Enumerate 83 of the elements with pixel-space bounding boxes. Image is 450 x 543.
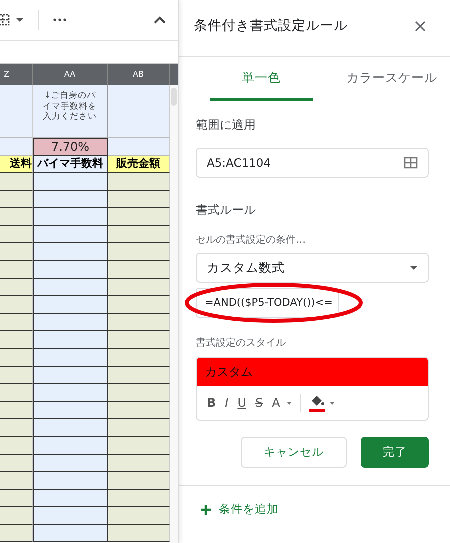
section-heading: 書式ルール: [196, 202, 257, 219]
format-button[interactable]: U: [236, 396, 248, 410]
table-cell: [0, 190, 33, 208]
table-cell: [108, 454, 170, 472]
formula-field[interactable]: =AND(($P5-TODAY())<=: [196, 288, 339, 318]
table-cell: [0, 173, 33, 191]
table-cell: [108, 208, 170, 226]
table-cell: [108, 366, 170, 384]
table-cell: [0, 402, 33, 420]
done-button[interactable]: 完了: [361, 437, 429, 468]
table-cell: [108, 226, 170, 244]
caret-icon[interactable]: [16, 18, 24, 22]
header-cell: 送料: [0, 156, 33, 173]
condition-label: セルの書式設定の条件…: [196, 234, 307, 247]
caret-icon: [410, 266, 418, 270]
table-cell: [108, 507, 170, 525]
table-cell: [0, 384, 33, 402]
note-cell: ↓ご自身のバイマ手数料を入力ください: [33, 85, 108, 138]
borders-icon[interactable]: [0, 14, 10, 26]
table-cell: [108, 402, 170, 420]
style-label: 書式設定のスタイル: [196, 336, 287, 350]
range-field[interactable]: A5:AC1104: [196, 148, 429, 178]
caret-icon[interactable]: [330, 402, 336, 404]
table-cell: [0, 490, 33, 508]
range-label: 範囲に適用: [196, 117, 257, 134]
table-cell: [0, 278, 33, 296]
table-cell: [0, 296, 33, 314]
scrollbar[interactable]: [170, 85, 178, 543]
table-cell: [0, 208, 33, 226]
table-cell: [0, 436, 33, 454]
add-condition-button[interactable]: 条件を追加: [201, 502, 279, 517]
table-cell: [0, 314, 33, 332]
tab[interactable]: カラースケール: [340, 59, 443, 101]
table-cell: [108, 524, 170, 542]
format-button[interactable]: S: [254, 396, 266, 410]
rate-cell: 7.70%: [33, 138, 108, 156]
table-cell: [108, 260, 170, 279]
table-cell: [108, 278, 170, 296]
style-preview: カスタム: [197, 358, 428, 386]
format-button[interactable]: I: [223, 396, 231, 410]
table-cell: [0, 226, 33, 244]
table-cell: [108, 314, 170, 332]
table-cell: [0, 260, 33, 279]
caret-icon[interactable]: [287, 402, 292, 404]
tab[interactable]: 単一色: [210, 59, 312, 101]
table-cell: [0, 419, 33, 437]
more-icon[interactable]: [53, 18, 67, 22]
cancel-button[interactable]: キャンセル: [241, 437, 347, 468]
text-color-button[interactable]: A: [270, 396, 282, 410]
table-cell: [0, 138, 33, 156]
table-cell: [0, 507, 33, 525]
fill-color-icon[interactable]: [309, 394, 326, 412]
panel-title: 条件付き書式設定ルール: [194, 17, 348, 35]
condition-dropdown[interactable]: カスタム数式: [196, 253, 429, 283]
table-cell: [108, 243, 170, 261]
table-cell: [0, 243, 33, 261]
plus-icon: [201, 504, 211, 514]
table-cell: [108, 331, 170, 349]
table-cell: [0, 454, 33, 472]
table-cell: [108, 348, 170, 367]
chevron-up-icon[interactable]: [154, 16, 166, 24]
table-cell: [108, 138, 170, 156]
table-cell: [108, 472, 170, 490]
range-value: A5:AC1104: [207, 156, 272, 170]
format-button[interactable]: B: [205, 396, 218, 410]
table-cell: [0, 85, 33, 138]
header-cell: バイマ手数料: [33, 156, 108, 173]
close-icon[interactable]: [415, 20, 426, 32]
table-cell: [108, 296, 170, 314]
grid-icon[interactable]: [404, 157, 418, 169]
table-cell: [0, 331, 33, 349]
table-cell: [0, 348, 33, 367]
header-cell: 販売金額: [108, 156, 170, 173]
table-cell: [108, 419, 170, 437]
table-cell: [108, 490, 170, 508]
table-cell: [108, 436, 170, 454]
table-cell: [108, 173, 170, 191]
table-cell: [0, 366, 33, 384]
table-cell: [108, 85, 170, 138]
table-cell: [108, 384, 170, 402]
table-cell: [108, 190, 170, 208]
table-cell: [0, 524, 33, 542]
table-cell: [0, 472, 33, 490]
